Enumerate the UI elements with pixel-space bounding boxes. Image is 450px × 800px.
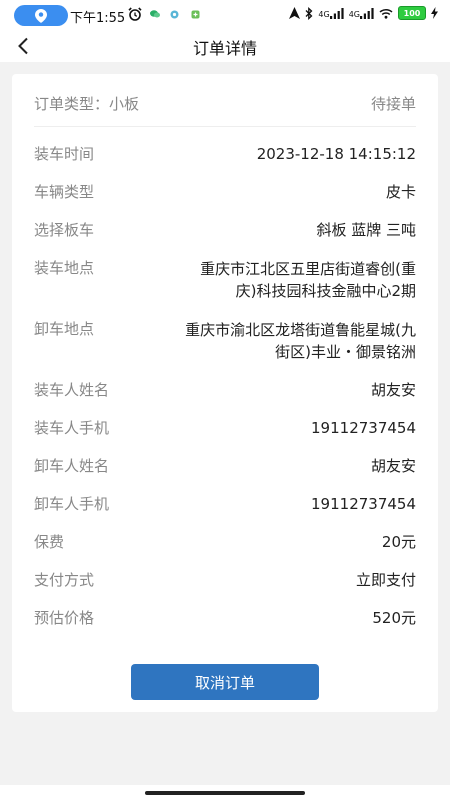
address-line-1: 重庆市江北区五里店街道睿创(重: [200, 260, 416, 278]
order-detail-list: 装车时间 2023-12-18 14:15:12 车辆类型 皮卡 选择板车 斜板…: [34, 144, 416, 646]
network-type-label: 4G: [318, 9, 330, 19]
address-line-2: 庆)科技园科技金融中心2期: [235, 282, 416, 300]
wechat-notification-icon: [150, 10, 160, 18]
row-unloading-address: 卸车地点 重庆市渝北区龙塔街道鲁能星城(九 街区)丰业・御景铭洲: [34, 319, 416, 363]
page-title: 订单详情: [192, 39, 257, 58]
row-label: 保费: [34, 533, 65, 551]
alarm-icon: [128, 7, 142, 21]
address-line-1: 重庆市渝北区龙塔街道鲁能星城(九: [185, 321, 416, 339]
cellular-signal-2: 4G: [348, 7, 374, 19]
row-label: 预估价格: [34, 609, 95, 627]
order-detail-card: 订单类型：小板 待接单 装车时间 2023-12-18 14:15:12 车辆类…: [12, 74, 438, 712]
charging-bolt-icon: [431, 7, 438, 19]
row-vehicle-type: 车辆类型 皮卡: [34, 182, 416, 203]
cancel-order-button[interactable]: 取消订单: [131, 664, 319, 700]
battery-indicator: 100: [398, 6, 426, 20]
row-value: 斜板 蓝牌 三吨: [316, 221, 416, 239]
row-value: 19112737454: [311, 495, 416, 513]
divider: [34, 126, 416, 127]
row-label: 卸车地点: [34, 320, 95, 338]
location-pin-icon: [35, 8, 47, 23]
bluetooth-icon: [305, 6, 313, 20]
row-loader-name: 装车人姓名 胡友安: [34, 380, 416, 401]
order-status-badge: 待接单: [370, 94, 416, 113]
row-label: 装车地点: [34, 259, 95, 277]
row-value: 重庆市渝北区龙塔街道鲁能星城(九 街区)丰业・御景铭洲: [144, 319, 416, 363]
row-label: 卸车人姓名: [34, 457, 110, 475]
row-value: 胡友安: [370, 381, 416, 399]
status-time: 下午1:55: [70, 11, 126, 26]
row-label: 支付方式: [34, 571, 95, 589]
row-loader-phone: 装车人手机 19112737454: [34, 418, 416, 439]
signal-bars-icon: [360, 7, 374, 19]
order-type-value: 小板: [109, 94, 140, 113]
network-type-label: 4G: [348, 9, 360, 19]
row-unloader-phone: 卸车人手机 19112737454: [34, 494, 416, 515]
address-line-2: 街区)丰业・御景铭洲: [275, 343, 416, 361]
row-label: 选择板车: [34, 221, 95, 239]
row-value: 520元: [372, 609, 416, 627]
row-payment-method: 支付方式 立即支付: [34, 570, 416, 591]
wifi-icon: [379, 8, 393, 19]
row-label: 装车时间: [34, 145, 95, 163]
order-type: 订单类型：小板: [34, 93, 139, 114]
app-notification-icon: [170, 10, 179, 19]
order-type-row: 订单类型：小板 待接单: [34, 91, 416, 115]
row-value: 立即支付: [355, 571, 416, 589]
row-label: 卸车人手机: [34, 495, 110, 513]
status-indicators: 4G 4G 100: [289, 6, 438, 20]
row-trailer-selection: 选择板车 斜板 蓝牌 三吨: [34, 220, 416, 241]
row-label: 车辆类型: [34, 183, 95, 201]
row-loading-time: 装车时间 2023-12-18 14:15:12: [34, 144, 416, 165]
row-label: 装车人手机: [34, 419, 110, 437]
cellular-signal-1: 4G: [318, 7, 344, 19]
row-label: 装车人姓名: [34, 381, 110, 399]
nav-bar: 订单详情: [0, 30, 450, 62]
signal-bars-icon: [329, 7, 344, 19]
row-value: 19112737454: [311, 419, 416, 437]
order-type-label: 订单类型：: [34, 94, 110, 113]
location-indicator: [14, 5, 68, 26]
row-unloader-name: 卸车人姓名 胡友安: [34, 456, 416, 477]
row-value: 重庆市江北区五里店街道睿创(重 庆)科技园科技金融中心2期: [144, 258, 416, 302]
navigation-arrow-icon: [289, 7, 301, 19]
app-notification-icon: [191, 10, 200, 19]
row-loading-address: 装车地点 重庆市江北区五里店街道睿创(重 庆)科技园科技金融中心2期: [34, 258, 416, 302]
row-value: 皮卡: [385, 183, 416, 201]
status-bar: 下午1:55 4G 4G 100: [0, 0, 450, 30]
row-value: 20元: [381, 533, 416, 551]
home-indicator[interactable]: [145, 791, 305, 795]
row-estimated-price: 预估价格 520元: [34, 608, 416, 629]
row-value: 2023-12-18 14:15:12: [256, 145, 416, 163]
row-insurance-fee: 保费 20元: [34, 532, 416, 553]
row-value: 胡友安: [370, 457, 416, 475]
